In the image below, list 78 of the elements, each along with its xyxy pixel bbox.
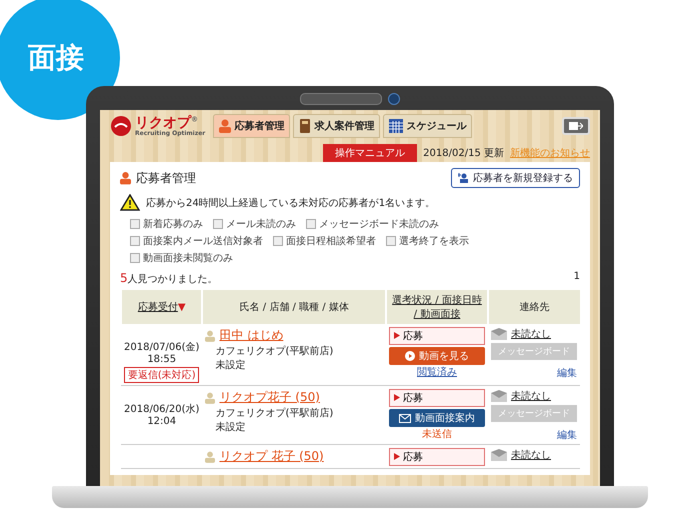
unread-link[interactable]: 未読なし <box>511 327 551 341</box>
action-note: 未送信 <box>421 428 453 441</box>
envelope-icon <box>399 414 411 422</box>
register-applicant-button[interactable]: 応募者を新規登録する <box>451 168 580 188</box>
applicant-name-link[interactable]: 田中 はじめ <box>219 327 284 344</box>
person-icon <box>205 330 216 342</box>
book-icon <box>299 119 312 133</box>
person-icon <box>219 119 232 133</box>
filter-checkbox[interactable] <box>386 236 396 246</box>
applied-date: 2018/07/06(金) <box>124 341 200 354</box>
status-dropdown[interactable]: 応募 <box>389 389 485 407</box>
result-text: 人見つかりました。 <box>128 274 218 285</box>
status-tag: 要返信(未対応) <box>124 367 200 383</box>
update-date: 2018/02/15 更新 <box>423 146 504 160</box>
job-type: 未設定 <box>214 420 246 434</box>
filter-checkbox[interactable] <box>130 253 140 263</box>
registered-mark: ® <box>191 114 198 123</box>
filter-label: 動画面接未閲覧のみ <box>143 252 233 265</box>
person-icon <box>205 392 216 404</box>
nav-tab[interactable]: スケジュール <box>383 114 472 138</box>
filter-checkbox[interactable] <box>213 219 223 229</box>
store-name: カフェリクオプ(平駅前店) <box>214 344 334 358</box>
applicant-name-link[interactable]: リクオプ花子 (50) <box>219 389 320 406</box>
filter-label: 面接案内メール送信対象者 <box>143 234 263 248</box>
camera-icon <box>388 93 400 105</box>
result-count: 5 <box>120 271 128 285</box>
person-icon <box>120 171 131 185</box>
filter-checkbox[interactable] <box>273 236 283 246</box>
column-header[interactable]: 選考状況 / 面接日時 / 動画面接 <box>386 290 488 324</box>
filter-checkbox[interactable] <box>306 219 316 229</box>
store-name: カフェリクオプ(平駅前店) <box>214 406 334 420</box>
filter-label: メール未読のみ <box>226 218 296 231</box>
speaker-slot-icon <box>300 93 382 105</box>
logout-icon <box>569 121 583 131</box>
filter-label: メッセージボード未読のみ <box>319 218 439 231</box>
applicant-name-link[interactable]: リクオプ 花子 (50) <box>219 448 324 465</box>
unread-link[interactable]: 未読なし <box>511 448 551 462</box>
edit-link[interactable]: 編集 <box>491 428 577 442</box>
status-dropdown[interactable]: 応募 <box>389 327 485 345</box>
action-note: 閲覧済み <box>416 366 458 379</box>
logo-icon <box>110 115 132 137</box>
status-dropdown[interactable]: 応募 <box>389 448 485 466</box>
column-header: 連絡先 <box>488 290 580 324</box>
filter-label: 選考終了を表示 <box>399 234 469 248</box>
page-link[interactable]: 1 <box>574 271 580 286</box>
column-header: 氏名 / 店舗 / 職種 / 媒体 <box>202 290 386 324</box>
person-icon <box>205 450 216 462</box>
action-button[interactable]: 動画を見る <box>389 347 485 365</box>
warning-icon <box>120 194 140 211</box>
page-title: 応募者管理 <box>136 170 196 186</box>
triangle-icon <box>394 453 400 460</box>
triangle-icon <box>394 394 400 401</box>
applied-date: 2018/06/20(水) <box>124 402 200 416</box>
logo-wordmark: リクオプ <box>135 114 191 130</box>
edit-link[interactable]: 編集 <box>491 366 577 380</box>
nav-tab[interactable]: 求人案件管理 <box>293 114 380 138</box>
applied-time: 12:04 <box>146 416 178 427</box>
nav-tab[interactable]: 応募者管理 <box>213 114 290 138</box>
envelope-icon <box>491 328 507 340</box>
envelope-icon <box>491 449 507 461</box>
filter-label: 新着応募のみ <box>143 218 203 231</box>
calendar-icon <box>389 119 404 133</box>
applied-time: 18:55 <box>146 354 178 365</box>
envelope-icon <box>491 390 507 402</box>
filter-checkbox[interactable] <box>130 236 140 246</box>
filter-label: 面接日程相談希望者 <box>286 234 376 248</box>
column-header[interactable]: 応募受付▼ <box>121 290 202 324</box>
play-icon <box>405 351 415 361</box>
unread-link[interactable]: 未読なし <box>511 389 551 403</box>
manual-button[interactable]: 操作マニュアル <box>323 144 418 162</box>
job-type: 未設定 <box>214 358 246 372</box>
action-button[interactable]: 動画面接案内 <box>389 409 485 427</box>
triangle-icon <box>394 332 400 339</box>
add-person-icon <box>458 173 469 183</box>
interview-badge: 面接 <box>0 0 120 120</box>
logout-button[interactable] <box>562 117 590 135</box>
filter-checkbox[interactable] <box>130 219 140 229</box>
alert-message: 応募から24時間以上経過している未対応の応募者が1名います。 <box>146 196 436 210</box>
